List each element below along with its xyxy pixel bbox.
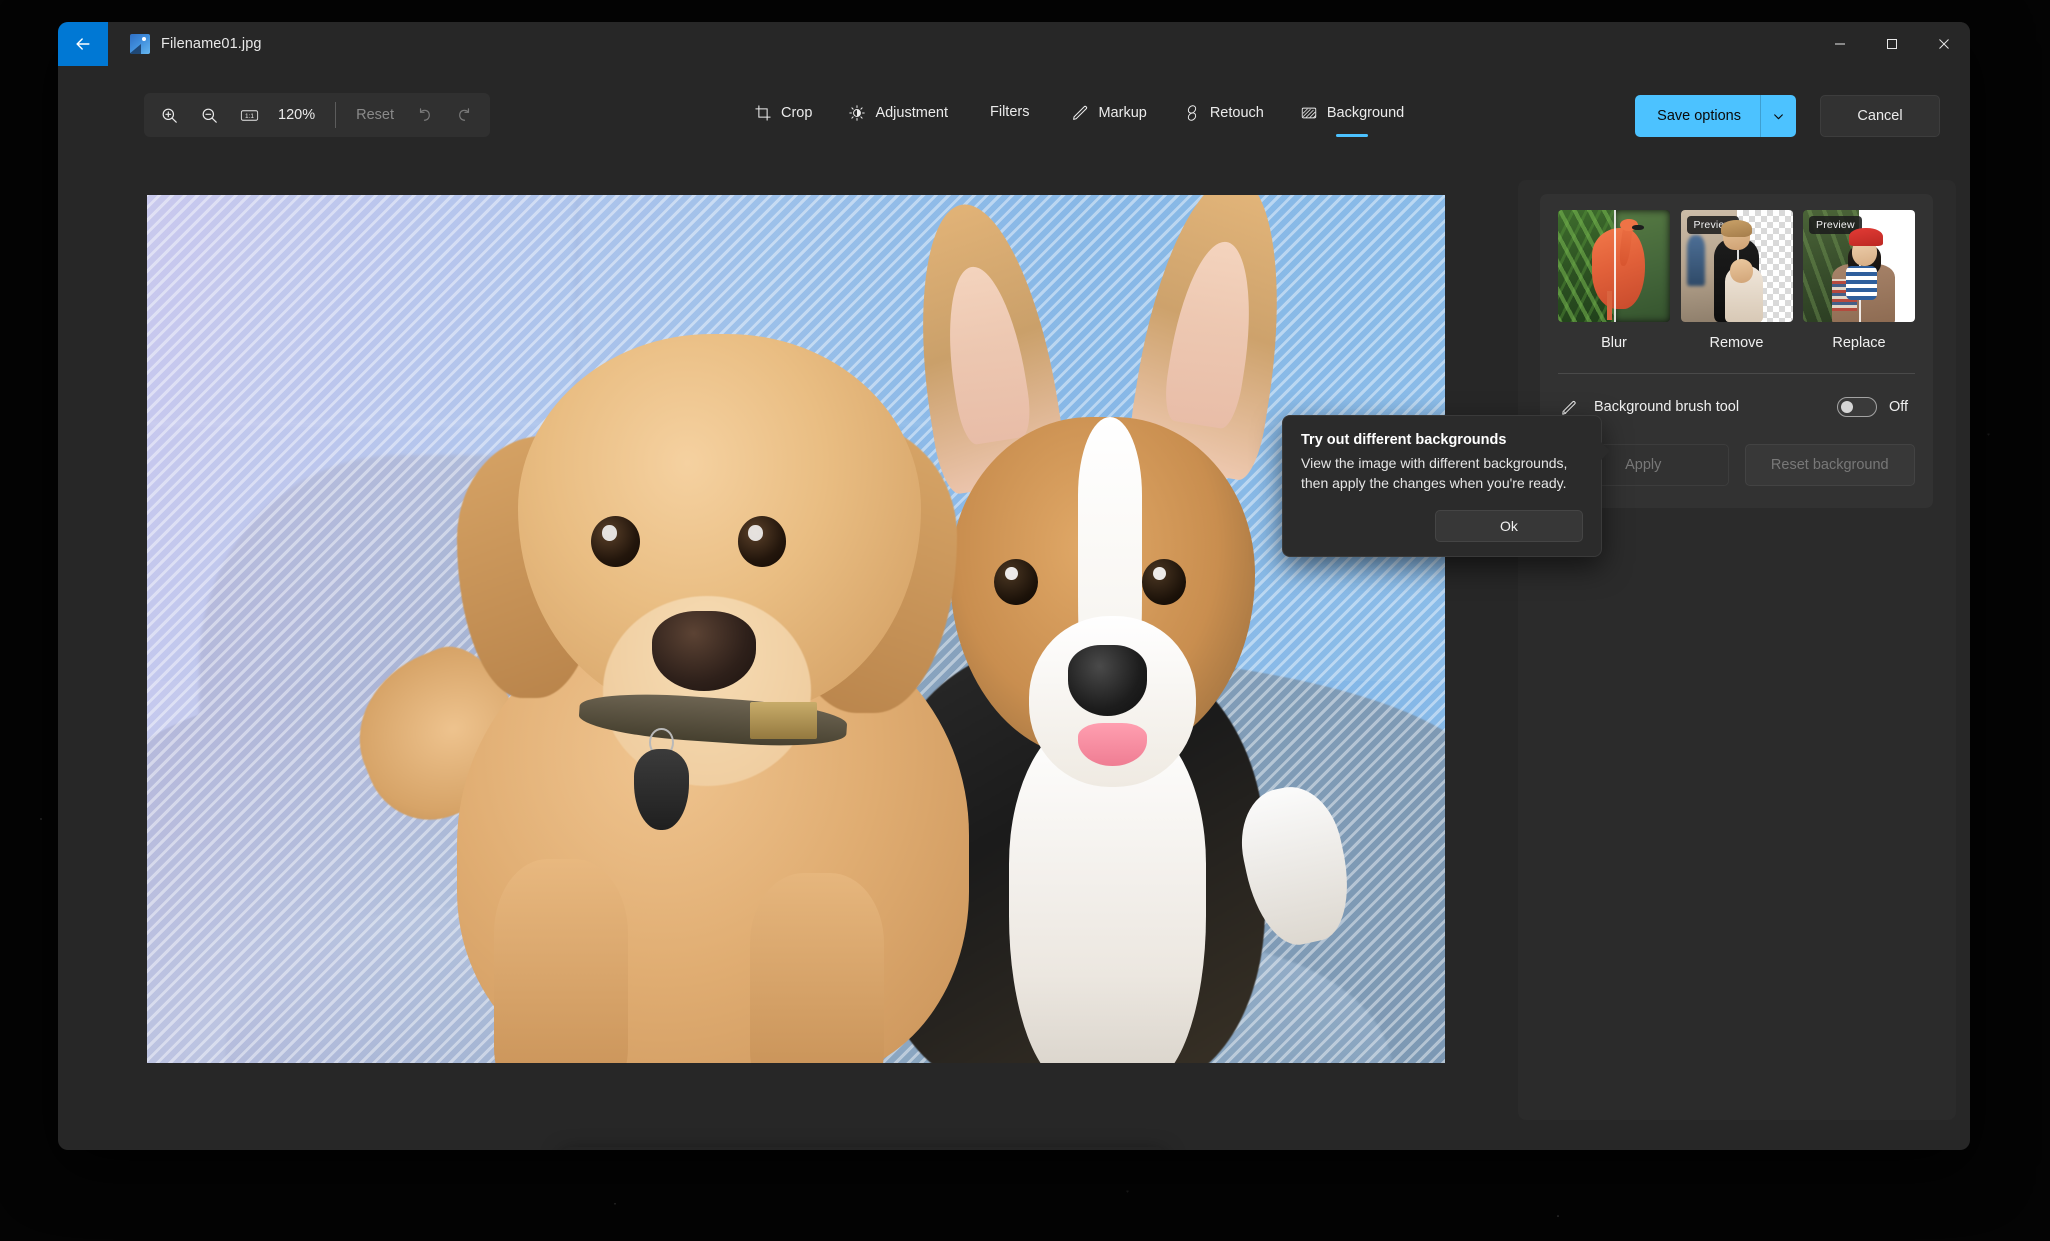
- tab-crop[interactable]: Crop: [738, 96, 828, 128]
- background-option-replace[interactable]: Preview Replace: [1803, 210, 1915, 351]
- save-options-chevron-button[interactable]: [1760, 95, 1796, 137]
- zoom-controls: 1:1 120% Reset: [144, 93, 490, 137]
- paint-brush-icon: [1561, 400, 1576, 415]
- brightness-icon: [849, 105, 866, 121]
- thumb-split-line: [1614, 210, 1616, 322]
- callout-ok-button[interactable]: Ok: [1435, 509, 1583, 542]
- desktop-backdrop: Filename01.jpg 1:1 120% Reset Crop Adjus…: [0, 0, 2050, 1241]
- retouch-icon: [1187, 105, 1196, 121]
- remove-label: Remove: [1709, 335, 1764, 351]
- file-name-label: Filename01.jpg: [161, 36, 262, 52]
- one-to-one-icon: 1:1: [240, 109, 258, 121]
- zoom-out-icon: [202, 108, 217, 123]
- minimize-icon: [1835, 43, 1845, 45]
- reset-button[interactable]: Reset: [346, 100, 404, 130]
- callout-body: View the image with different background…: [1301, 455, 1568, 491]
- background-brush-state: Off: [1889, 399, 1909, 415]
- panel-divider: [1558, 373, 1915, 374]
- success-toast: Success! We found the background of the …: [563, 1147, 1163, 1150]
- replace-thumbnail: Preview: [1803, 210, 1915, 322]
- replace-thumb-red-beanie: [1848, 227, 1883, 246]
- undo-icon: [420, 107, 431, 121]
- redo-button[interactable]: [446, 98, 484, 132]
- photo-wall-seam-vertical: [575, 195, 580, 421]
- zoom-out-button[interactable]: [190, 98, 228, 132]
- tab-filters[interactable]: Filters: [968, 96, 1051, 126]
- editor-tabs: Crop Adjustment Filters Markup Retouch B…: [738, 96, 1420, 137]
- chevron-down-icon: [1774, 113, 1783, 119]
- toolbar-divider: [335, 102, 337, 128]
- tab-retouch[interactable]: Retouch: [1167, 96, 1280, 128]
- image-file-icon: [130, 34, 150, 54]
- editor-toolbar: 1:1 120% Reset Crop Adjustment Filters M…: [58, 74, 1970, 152]
- background-brush-row: Background brush tool Off: [1558, 396, 1915, 418]
- background-brush-toggle[interactable]: [1837, 397, 1877, 417]
- remove-thumb-toddler-head: [1729, 259, 1754, 283]
- window-controls: [1814, 22, 1970, 66]
- canvas-area: Try out different backgrounds View the i…: [58, 152, 1610, 1150]
- editor-body: Try out different backgrounds View the i…: [58, 152, 1970, 1150]
- arrow-left-icon: [76, 38, 90, 50]
- toolbar-actions: Save options Cancel: [1635, 95, 1940, 137]
- tab-label: Adjustment: [875, 105, 948, 121]
- remove-thumb-child-hair: [1720, 220, 1753, 237]
- tab-label: Retouch: [1209, 105, 1264, 121]
- tab-label: Markup: [1098, 105, 1147, 121]
- toggle-knob: [1841, 401, 1853, 413]
- tab-label: Crop: [781, 105, 813, 121]
- zoom-in-icon: [162, 108, 177, 123]
- flamingo-body: [1591, 227, 1646, 309]
- svg-text:1:1: 1:1: [245, 113, 254, 120]
- redo-icon: [459, 107, 470, 121]
- tab-label: Background: [1326, 105, 1405, 121]
- tab-adjustment[interactable]: Adjustment: [832, 96, 964, 128]
- reset-background-button[interactable]: Reset background: [1744, 444, 1915, 486]
- tab-label: Filters: [989, 104, 1030, 120]
- close-icon: [1939, 39, 1949, 49]
- background-hatch-icon: [1301, 107, 1317, 119]
- photos-editor-window: Filename01.jpg 1:1 120% Reset Crop Adjus…: [58, 22, 1970, 1150]
- background-side-panel: Blur Preview Remove Preview Replace Back…: [1518, 180, 1956, 1120]
- remove-thumbnail: Preview: [1680, 210, 1793, 322]
- title-bar: Filename01.jpg: [58, 22, 1970, 74]
- background-option-remove[interactable]: Preview Remove: [1680, 210, 1793, 351]
- crop-icon: [755, 105, 771, 121]
- maximize-icon: [1887, 39, 1897, 49]
- replace-label: Replace: [1832, 335, 1886, 351]
- zoom-level-label: 120%: [278, 107, 316, 123]
- panel-action-buttons: Apply Reset background: [1558, 444, 1915, 486]
- callout-title: Try out different backgrounds: [1301, 432, 1507, 448]
- undo-button[interactable]: [406, 98, 444, 132]
- background-brush-label: Background brush tool: [1594, 399, 1740, 415]
- actual-size-button[interactable]: 1:1: [230, 98, 268, 132]
- zoom-in-button[interactable]: [150, 98, 188, 132]
- save-options-label: Save options: [1657, 108, 1741, 124]
- tab-underline: [1336, 134, 1369, 137]
- cancel-button[interactable]: Cancel: [1820, 95, 1940, 137]
- background-thumbnail-row: Blur Preview Remove Preview Replace: [1558, 210, 1915, 351]
- tab-background[interactable]: Background: [1284, 96, 1420, 137]
- blur-thumbnail: [1558, 210, 1670, 322]
- background-option-blur[interactable]: Blur: [1558, 210, 1670, 351]
- flamingo-beak: [1631, 224, 1645, 231]
- image-canvas[interactable]: [147, 195, 1445, 1063]
- tab-markup[interactable]: Markup: [1055, 96, 1162, 128]
- teaching-callout: Try out different backgrounds View the i…: [1282, 415, 1610, 557]
- pen-icon: [1073, 105, 1088, 120]
- save-options-button[interactable]: Save options: [1635, 95, 1796, 137]
- title-group: Filename01.jpg: [108, 22, 262, 66]
- replace-thumb-scarf: [1845, 266, 1877, 300]
- minimize-button[interactable]: [1814, 22, 1866, 66]
- maximize-button[interactable]: [1866, 22, 1918, 66]
- close-window-button[interactable]: [1918, 22, 1970, 66]
- blur-label: Blur: [1601, 335, 1627, 351]
- flamingo-legs: [1607, 290, 1612, 320]
- back-button[interactable]: [58, 22, 108, 66]
- remove-thumb-background-figure: [1687, 234, 1706, 287]
- photo-wall-seam: [147, 420, 1445, 426]
